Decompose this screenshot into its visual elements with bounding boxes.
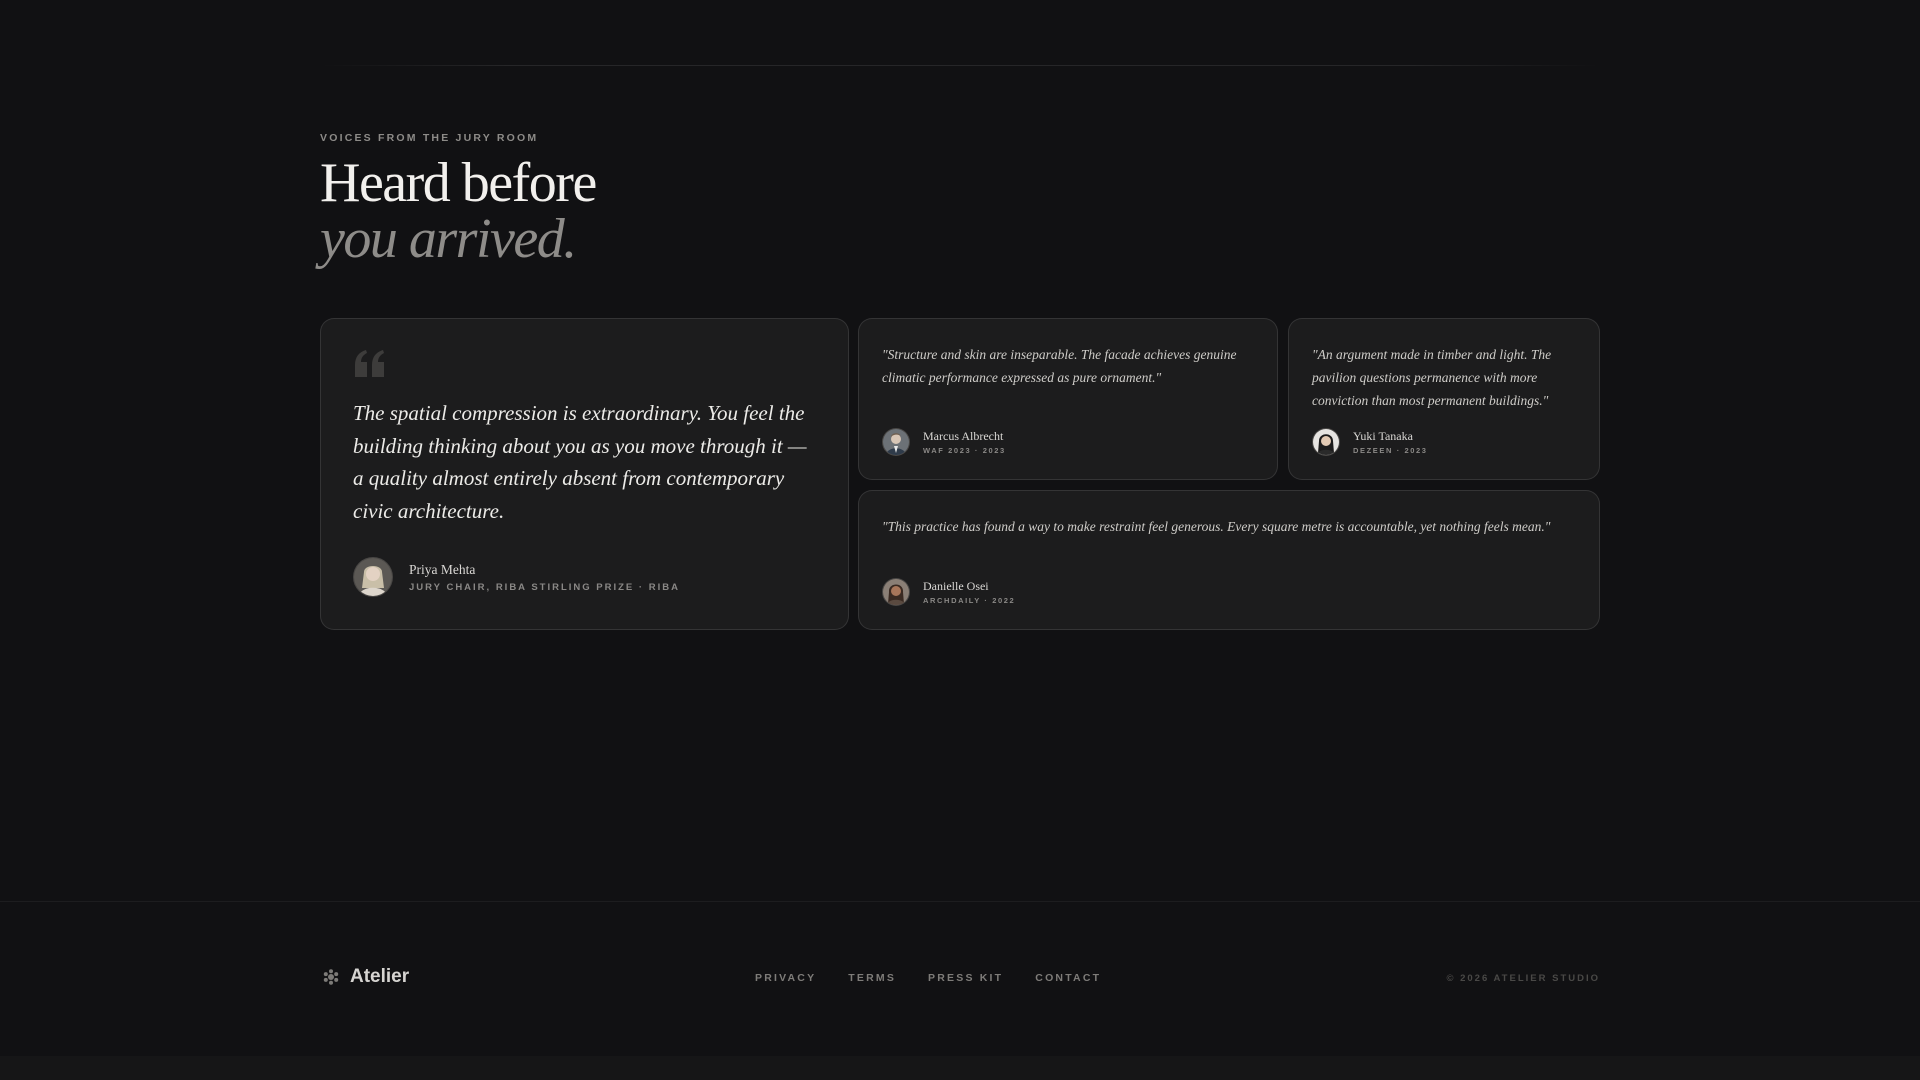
author-details: Priya Mehta JURY CHAIR, RIBA STIRLING PR… (409, 562, 680, 593)
bottom-band (0, 1056, 1920, 1080)
section-eyebrow: VOICES FROM THE JURY ROOM (320, 132, 539, 144)
author-details: Yuki Tanaka DEZEEN · 2023 (1353, 429, 1428, 455)
testimonial-card: "Structure and skin are inseparable. The… (858, 318, 1278, 480)
author-name: Yuki Tanaka (1353, 429, 1413, 443)
testimonial-card: "This practice has found a way to make r… (858, 490, 1600, 630)
footer-link-privacy[interactable]: PRIVACY (755, 972, 816, 984)
top-divider (320, 65, 1600, 66)
testimonial-quote: "This practice has found a way to make r… (882, 519, 1551, 534)
avatar (353, 557, 393, 597)
testimonial-author: Yuki Tanaka DEZEEN · 2023 (1312, 428, 1428, 456)
testimonial-quote: "Structure and skin are inseparable. The… (882, 347, 1237, 385)
testimonial-author: Marcus Albrecht WAF 2023 · 2023 (882, 428, 1006, 456)
author-role: JURY CHAIR, RIBA STIRLING PRIZE · RIBA (409, 581, 680, 593)
author-name: Priya Mehta (409, 561, 476, 577)
author-name: Danielle Osei (923, 579, 989, 593)
author-details: Danielle Osei ARCHDAILY · 2022 (923, 579, 1015, 605)
author-name: Marcus Albrecht (923, 429, 1004, 443)
atelier-logo-icon (323, 969, 339, 985)
author-details: Marcus Albrecht WAF 2023 · 2023 (923, 429, 1006, 455)
headline-line-2: you arrived. (320, 208, 577, 270)
author-role: DEZEEN · 2023 (1353, 446, 1428, 455)
author-role: WAF 2023 · 2023 (923, 446, 1006, 455)
footer-link-contact[interactable]: CONTACT (1035, 972, 1101, 984)
quote-mark-icon (355, 350, 384, 377)
author-role: ARCHDAILY · 2022 (923, 596, 1016, 605)
footer-divider (0, 901, 1920, 902)
testimonial-card: "An argument made in timber and light. T… (1288, 318, 1600, 480)
headline-line-1: Heard before (320, 152, 597, 214)
brand-name: Atelier (350, 966, 410, 987)
testimonial-quote: "An argument made in timber and light. T… (1312, 347, 1552, 408)
testimonial-author: Priya Mehta JURY CHAIR, RIBA STIRLING PR… (353, 557, 680, 597)
testimonial-quote: The spatial compression is extraordinary… (353, 401, 807, 523)
brand-home-link[interactable]: Atelier (322, 966, 409, 988)
avatar (1312, 428, 1340, 456)
avatar (882, 578, 910, 606)
testimonial-author: Danielle Osei ARCHDAILY · 2022 (882, 578, 1015, 606)
avatar (882, 428, 910, 456)
footer-link-press-kit[interactable]: PRESS KIT (928, 972, 1003, 984)
copyright-text: © 2026 ATELIER STUDIO (1446, 973, 1600, 984)
testimonial-card-featured: The spatial compression is extraordinary… (320, 318, 849, 630)
footer-nav: PRIVACY TERMS PRESS KIT CONTACT (755, 972, 1133, 984)
footer-link-terms[interactable]: TERMS (848, 972, 896, 984)
section-headline: Heard before you arrived. (320, 152, 597, 270)
